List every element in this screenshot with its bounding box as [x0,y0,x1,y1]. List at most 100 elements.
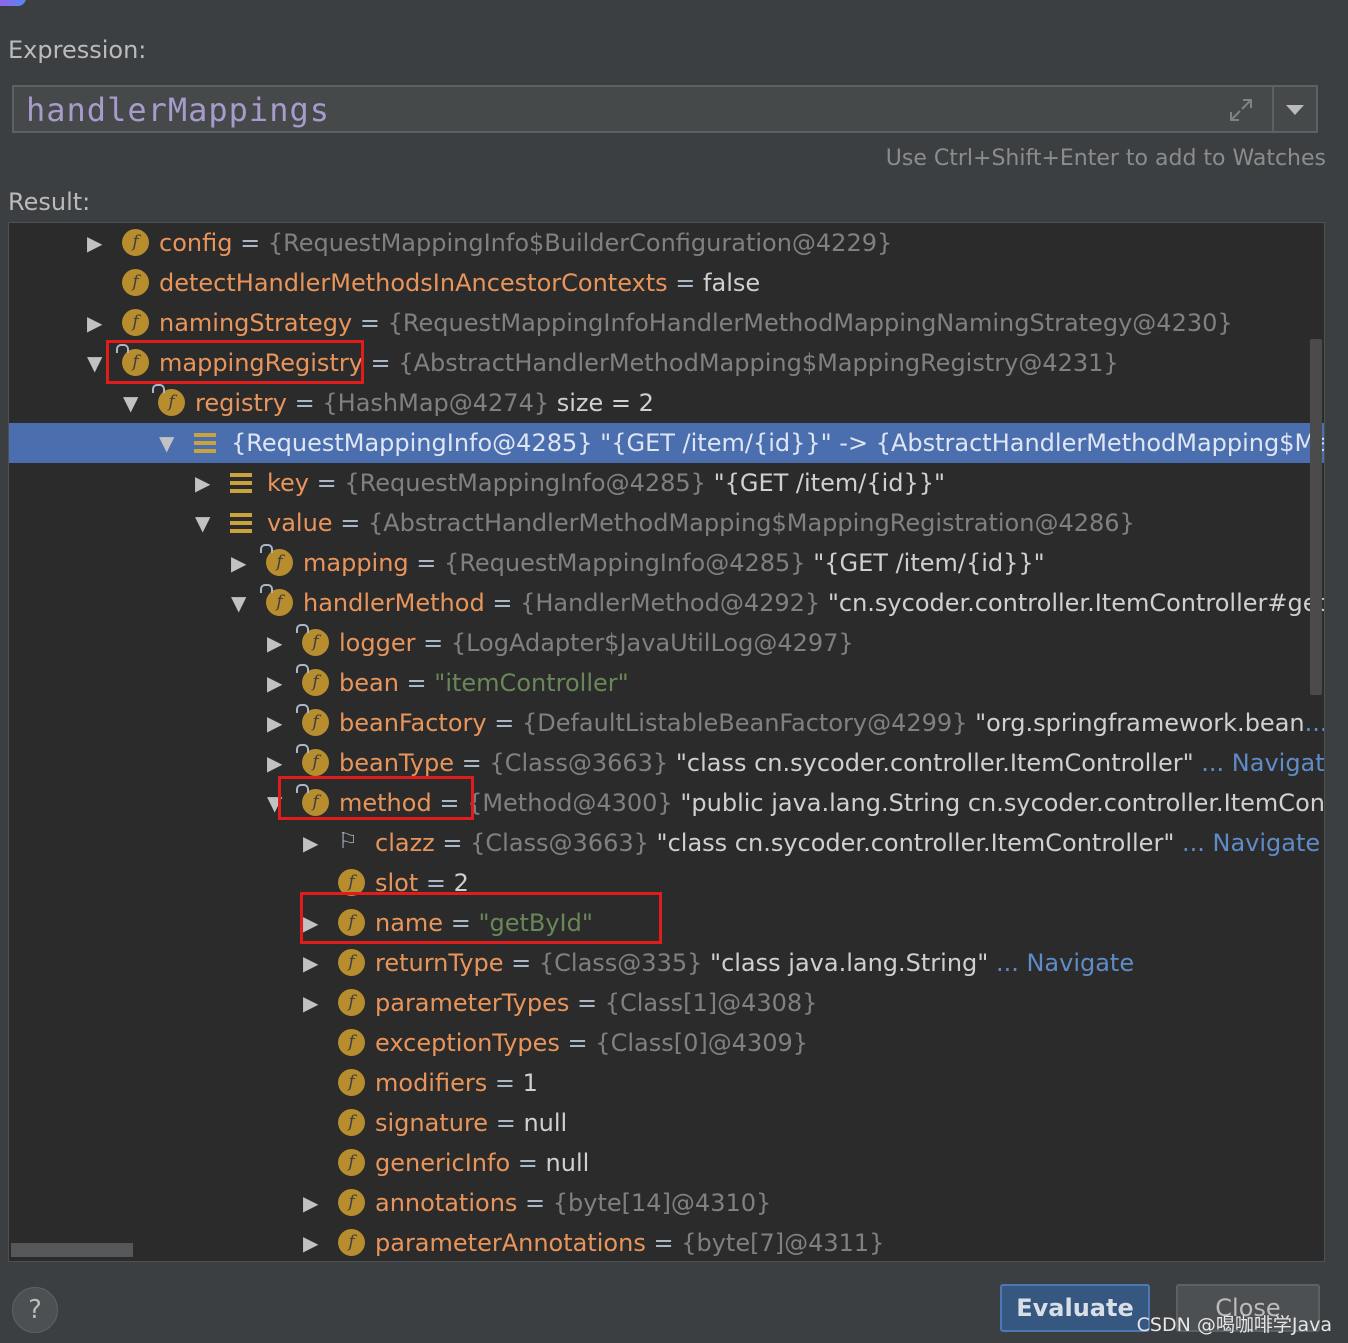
object-reference: {DefaultListableBeanFactory@4299} [521,709,968,737]
expand-arrow-icon[interactable]: ▶ [87,223,107,263]
expand-arrow-icon[interactable]: ▶ [303,1183,323,1223]
expand-arrow-icon[interactable]: ▶ [231,543,251,583]
title-bar [0,0,1348,10]
equals-sign: = [362,349,399,377]
field-name: annotations [375,1189,518,1217]
evaluate-button[interactable]: Evaluate [1000,1284,1150,1332]
result-label: Result: [8,188,91,216]
expand-arrow-icon[interactable]: ▶ [267,663,287,703]
tree-row[interactable]: ▶ f beanType = {Class@3663} "class cn.syco… [9,743,1324,783]
tree-row[interactable]: ▼ f method = {Method@4300} "public java.la… [9,783,1324,823]
field-name: key [267,469,310,497]
equals-sign: = [454,749,490,777]
equals-sign: = [503,949,539,977]
tree-row[interactable]: f genericInfo = null [9,1143,1324,1183]
expand-arrow-icon[interactable]: ▶ [303,943,323,983]
tree-row[interactable]: ▶ f logger = {LogAdapter$JavaUtilLog@4297} [9,623,1324,663]
tree-row[interactable]: f exceptionTypes = {Class[0]@4309} [9,1023,1324,1063]
tree-row[interactable]: ▼ f handlerMethod = {HandlerMethod@4292} "… [9,583,1324,623]
horizontal-scrollbar[interactable] [11,1243,133,1257]
help-button[interactable]: ? [12,1287,58,1333]
tree-row[interactable]: ▶ key = {RequestMappingInfo@4285} "{GET /… [9,463,1324,503]
equals-sign: = [232,229,268,257]
watch-hint: Use Ctrl+Shift+Enter to add to Watches [885,146,1326,171]
object-reference: {byte[7]@4311} [681,1229,885,1257]
collapse-arrow-icon[interactable]: ▼ [159,423,179,463]
field-icon: f [152,384,185,416]
highlight-mappingRegistry [106,340,364,384]
field-icon: f [260,584,293,616]
field-name: value [267,509,333,537]
tree-row[interactable]: ▶ f beanFactory = {DefaultListableBeanFact… [9,703,1324,743]
field-value: null [523,1109,568,1137]
navigate-link[interactable]: ... Navigate [988,949,1134,977]
field-icon: f [296,624,329,656]
expand-icon[interactable] [1228,97,1254,123]
expand-arrow-icon[interactable]: ▶ [303,823,323,863]
highlight-name [300,892,662,944]
history-dropdown-icon[interactable] [1286,105,1304,115]
navigate-link[interactable]: ... Navigate [1194,749,1324,777]
equals-sign: = [398,669,435,697]
field-name: logger [339,629,416,657]
expand-arrow-icon[interactable]: ▶ [303,983,323,1023]
map-entry-icon [230,473,252,493]
collapse-arrow-icon[interactable]: ▼ [195,503,215,543]
expand-arrow-icon[interactable]: ▶ [267,703,287,743]
vertical-scrollbar[interactable] [1310,339,1322,695]
expand-arrow-icon[interactable]: ▶ [87,303,107,343]
field-name: exceptionTypes [375,1029,560,1057]
tree-row[interactable]: ▶ f returnType = {Class@335} "class java.l… [9,943,1324,983]
field-name: bean [339,669,399,697]
tree-row[interactable]: ▶ f parameterTypes = {Class[1]@4308} [9,983,1324,1023]
expression-input[interactable]: handlerMappings [12,85,1318,133]
field-icon: f [122,229,149,256]
tree-row[interactable]: ▶ f name = "getById" [9,903,1324,943]
field-name: handlerMethod [303,589,485,617]
tree-row[interactable]: ▶ ⚐ clazz = {Class@3663} "class cn.sycoder… [9,823,1324,863]
field-value: "class cn.sycoder.controller.ItemControl… [656,829,1175,857]
collapse-arrow-icon[interactable]: ▼ [123,383,143,423]
equals-sign: = [488,1109,524,1137]
expand-arrow-icon[interactable]: ▶ [195,463,215,503]
tree-row[interactable]: ▶ f annotations = {byte[14]@4310} [9,1183,1324,1223]
tree-row[interactable]: f modifiers = 1 [9,1063,1324,1103]
expression-text[interactable]: handlerMappings [26,91,330,129]
tree-row[interactable]: ▶ f bean = "itemController" [9,663,1324,703]
navigate-link[interactable]: ... Navigate [1174,829,1320,857]
tree-row[interactable]: f signature = null [9,1103,1324,1143]
equals-sign: = [517,1189,553,1217]
tree-row[interactable]: ▶ f config = {RequestMappingInfo$BuilderCo… [9,223,1324,263]
tree-row[interactable]: ▼ {RequestMappingInfo@4285} "{GET /item/{… [9,423,1324,463]
navigate-link[interactable]: ... View [1305,709,1324,737]
tree-row-text: namingStrategy = {RequestMappingInfoHand… [159,303,1233,343]
field-name: namingStrategy [159,309,353,337]
object-reference: {RequestMappingInfo@4285} [231,429,593,457]
field-value: null [545,1149,590,1177]
tree-row[interactable]: ▼ value = {AbstractHandlerMethodMapping$M… [9,503,1324,543]
tree-row[interactable]: ▶ f mapping = {RequestMappingInfo@4285} "{… [9,543,1324,583]
collapse-arrow-icon[interactable]: ▼ [87,343,107,383]
tree-row[interactable]: f detectHandlerMethodsInAncestorContexts … [9,263,1324,303]
equals-sign: = [667,269,704,297]
tree-row[interactable]: ▶ f parameterAnnotations = {byte[7]@4311} [9,1223,1324,1261]
equals-sign: = [510,1149,546,1177]
tree-row[interactable]: f slot = 2 [9,863,1324,903]
field-name: returnType [375,949,504,977]
field-value: "class cn.sycoder.controller.ItemControl… [675,749,1194,777]
tree-row[interactable]: ▶ f namingStrategy = {RequestMappingInfoHa… [9,303,1324,343]
field-value: 1 [522,1069,538,1097]
object-reference: {RequestMappingInfo$BuilderConfiguration… [267,229,893,257]
expand-arrow-icon[interactable]: ▶ [267,623,287,663]
tree-row-text: exceptionTypes = {Class[0]@4309} [375,1023,808,1063]
tree-row[interactable]: ▼ f registry = {HashMap@4274} size = 2 [9,383,1324,423]
collapse-arrow-icon[interactable]: ▼ [231,583,251,623]
field-icon: f [338,949,365,976]
expand-arrow-icon[interactable]: ▶ [303,1223,323,1261]
tree-row-text: bean = "itemController" [339,663,629,703]
object-reference: {Class[0]@4309} [595,1029,809,1057]
